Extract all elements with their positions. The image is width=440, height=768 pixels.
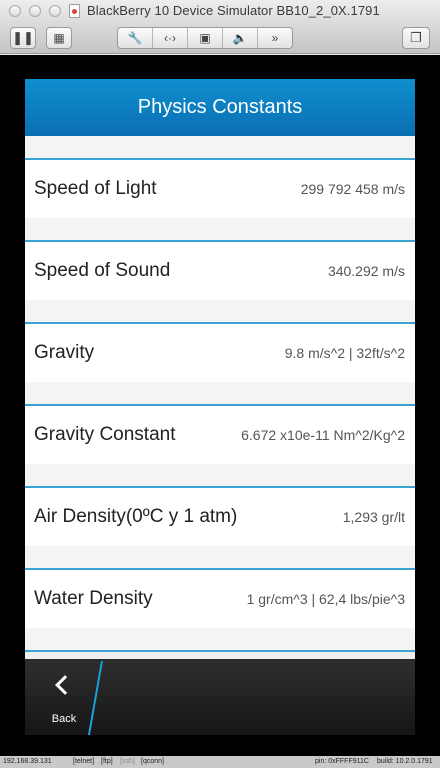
pause-icon: ❚❚ (12, 30, 34, 45)
window-icon: ❐ (410, 30, 422, 45)
ftp-link[interactable]: [ftp] (101, 758, 113, 765)
list-item[interactable]: Water Density 1 gr/cm^3 | 62,4 lbs/pie^3 (25, 570, 415, 628)
window-mode-button[interactable]: ❐ (402, 27, 430, 49)
list-item[interactable]: Gravity 9.8 m/s^2 | 32ft/s^2 (25, 324, 415, 382)
pause-button[interactable]: ❚❚ (10, 27, 36, 49)
telnet-link[interactable]: [telnet] (73, 758, 94, 765)
ssh-link[interactable]: [ssh] (120, 758, 135, 765)
simulator-toolbar: ❚❚ ▦ 🔧 ‹·› ▣ 🔈 » ❐ (0, 22, 440, 54)
simulator-tools-group: 🔧 ‹·› ▣ 🔈 » (117, 27, 293, 49)
screenshot-button[interactable]: ▦ (46, 27, 72, 49)
qconn-link[interactable]: [qconn] (141, 758, 164, 765)
ip-address: 192.168.39.131 (3, 758, 52, 765)
constants-list: Speed of Light 299 792 458 m/s Speed of … (25, 136, 415, 652)
constant-value: 1,293 gr/lt (342, 509, 405, 525)
close-window-button[interactable] (9, 5, 21, 17)
action-bar: Back (25, 659, 415, 735)
sd-card-button[interactable]: ▣ (188, 28, 223, 48)
chevron-left-icon (55, 675, 75, 695)
volume-icon: 🔈 (232, 31, 248, 45)
constant-value: 340.292 m/s (327, 263, 405, 279)
constant-value: 1 gr/cm^3 | 62,4 lbs/pie^3 (246, 591, 405, 607)
constant-name: Gravity (34, 342, 95, 363)
window-titlebar: BlackBerry 10 Device Simulator BB10_2_0X… (0, 0, 440, 22)
network-button[interactable]: ‹·› (153, 28, 188, 48)
constant-value: 9.8 m/s^2 | 32ft/s^2 (284, 345, 405, 361)
zoom-window-button[interactable] (49, 5, 61, 17)
list-divider (25, 300, 415, 324)
list-divider (25, 136, 415, 160)
screenshot-icon: ▦ (53, 31, 65, 45)
constant-name: Water Density (34, 588, 153, 609)
constant-value: 6.672 x10e-11 Nm^2/Kg^2 (241, 427, 405, 443)
list-item[interactable]: Air Density(0ºC y 1 atm) 1,293 gr/lt (25, 488, 415, 546)
constant-name: Air Density(0ºC y 1 atm) (34, 506, 238, 527)
list-item[interactable]: Speed of Light 299 792 458 m/s (25, 160, 415, 218)
constant-name: Gravity Constant (34, 424, 176, 445)
list-divider (25, 546, 415, 570)
list-item[interactable]: Speed of Sound 340.292 m/s (25, 242, 415, 300)
settings-button[interactable]: 🔧 (118, 28, 153, 48)
constant-name: Speed of Sound (34, 260, 171, 281)
device-pin: pin: 0xFFFF911C (315, 758, 369, 765)
list-item[interactable]: Gravity Constant 6.672 x10e-11 Nm^2/Kg^2 (25, 406, 415, 464)
list-divider (25, 218, 415, 242)
document-icon (69, 4, 80, 18)
build-number: build: 10.2.0.1791 (377, 758, 433, 765)
wrench-icon: 🔧 (127, 31, 143, 45)
app-screen: Physics Constants Speed of Light 299 792… (25, 79, 415, 661)
volume-button[interactable]: 🔈 (223, 28, 258, 48)
constant-name: Speed of Light (34, 178, 157, 199)
list-divider (25, 464, 415, 488)
device-frame: Physics Constants Speed of Light 299 792… (0, 55, 440, 756)
window-title: BlackBerry 10 Device Simulator BB10_2_0X… (87, 3, 380, 18)
list-divider (25, 628, 415, 652)
list-divider (25, 382, 415, 406)
more-button[interactable]: » (258, 28, 292, 48)
arrows-icon: ‹·› (164, 31, 176, 45)
constant-value: 299 792 458 m/s (300, 181, 405, 197)
page-title: Physics Constants (25, 79, 415, 136)
sd-card-icon: ▣ (199, 31, 211, 45)
minimize-window-button[interactable] (29, 5, 41, 17)
fast-forward-icon: » (271, 31, 279, 45)
simulator-statusbar: 192.168.39.131 [telnet] [ftp] [ssh] [qco… (0, 756, 440, 768)
